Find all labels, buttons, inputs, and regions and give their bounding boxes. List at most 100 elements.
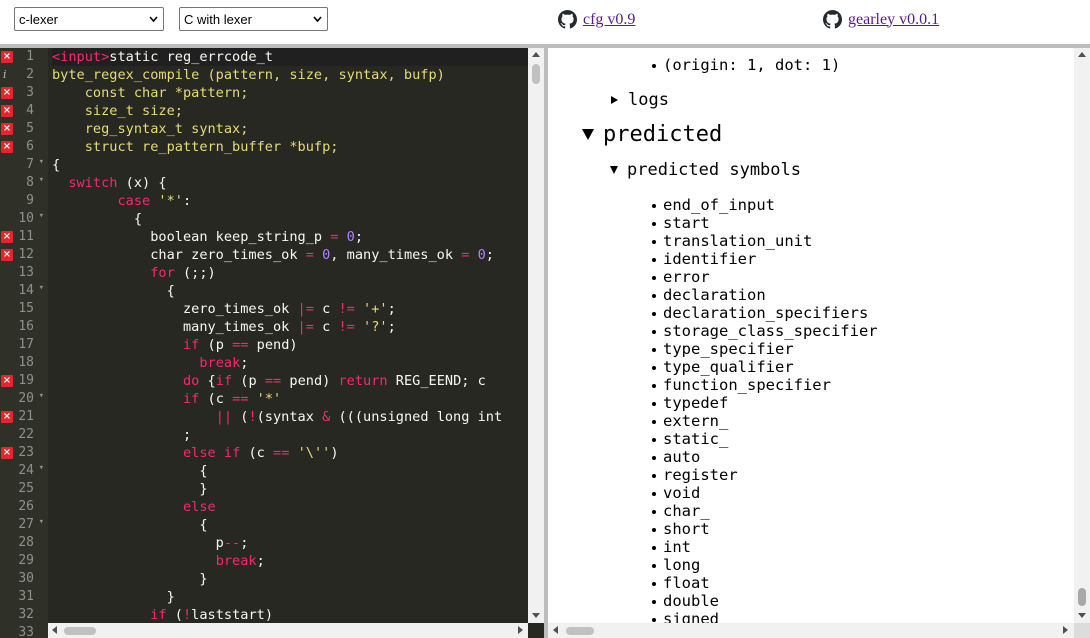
scroll-right-icon[interactable] <box>1063 626 1068 634</box>
fold-toggle-icon[interactable]: ▾ <box>39 211 44 221</box>
code-editor[interactable]: × 1 i 2 × 3 × 4 × 5 × 6 7 ▾ 8 ▾ 9 10 ▾ × 11 × 12 13 14 ▾ 15 16 17 18 ×… <box>0 48 544 638</box>
gutter-line[interactable]: × 5 <box>0 120 48 138</box>
code-line[interactable]: p--; <box>52 534 249 552</box>
editor-content[interactable]: <input>static reg_errcode_t byte_regex_co… <box>52 48 528 623</box>
editor-hscroll-thumb[interactable] <box>64 627 96 635</box>
error-marker-icon[interactable]: × <box>1 249 13 261</box>
code-line[interactable]: break; <box>52 552 265 570</box>
gutter-line[interactable]: × 21 <box>0 408 48 426</box>
lexer-select[interactable]: c-lexer <box>14 7 164 31</box>
gearley-repo-link[interactable]: gearley v0.0.1 <box>848 11 939 29</box>
language-select[interactable]: C with lexer <box>179 7 328 31</box>
gutter-line[interactable]: 30 <box>0 570 48 588</box>
code-line[interactable]: else <box>52 498 216 516</box>
code-line[interactable]: zero_times_ok |= c != '+'; <box>52 300 396 318</box>
code-line[interactable]: many_times_ok |= c != '?'; <box>52 318 396 336</box>
gutter-line[interactable]: 13 <box>0 264 48 282</box>
gutter-line[interactable]: 25 <box>0 480 48 498</box>
gutter-line[interactable]: × 19 <box>0 372 48 390</box>
scroll-right-icon[interactable] <box>518 626 523 634</box>
editor-vscroll-thumb[interactable] <box>532 64 540 84</box>
info-marker-icon[interactable]: i <box>3 68 7 81</box>
gutter-line[interactable]: 22 <box>0 426 48 444</box>
predicted-heading[interactable]: predicted <box>603 122 722 148</box>
error-marker-icon[interactable]: × <box>1 231 13 243</box>
gutter-line[interactable]: 10 ▾ <box>0 210 48 228</box>
fold-toggle-icon[interactable]: ▾ <box>39 175 44 185</box>
gutter-line[interactable]: × 6 <box>0 138 48 156</box>
code-line[interactable]: boolean keep_string_p = 0; <box>52 228 363 246</box>
gutter-line[interactable]: 7 ▾ <box>0 156 48 174</box>
code-line[interactable]: for (;;) <box>52 264 215 282</box>
fold-toggle-icon[interactable]: ▾ <box>39 517 44 527</box>
scroll-left-icon[interactable] <box>553 626 558 634</box>
code-line[interactable]: if (c == '*' <box>52 390 281 408</box>
code-line[interactable]: reg_syntax_t syntax; <box>52 120 249 138</box>
gutter-line[interactable]: 26 <box>0 498 48 516</box>
error-marker-icon[interactable]: × <box>1 105 13 117</box>
logs-toggle[interactable]: logs <box>628 91 669 109</box>
code-line[interactable]: { <box>52 210 142 228</box>
gutter-line[interactable]: 16 <box>0 318 48 336</box>
code-line[interactable]: } <box>52 570 207 588</box>
code-line[interactable]: char zero_times_ok = 0, many_times_ok = … <box>52 246 494 264</box>
gutter-line[interactable]: 17 <box>0 336 48 354</box>
code-line[interactable]: { <box>52 156 60 174</box>
fold-toggle-icon[interactable]: ▾ <box>39 463 44 473</box>
scroll-down-icon[interactable] <box>1078 613 1086 618</box>
code-line[interactable]: if (p == pend) <box>52 336 298 354</box>
gutter-line[interactable]: × 12 <box>0 246 48 264</box>
error-marker-icon[interactable]: × <box>1 447 13 459</box>
code-line[interactable]: case '*': <box>52 192 191 210</box>
gutter-line[interactable]: 24 ▾ <box>0 462 48 480</box>
gutter-line[interactable]: i2 <box>0 66 48 84</box>
gutter-line[interactable]: 20 ▾ <box>0 390 48 408</box>
error-marker-icon[interactable]: × <box>1 141 13 153</box>
caret-down-icon[interactable] <box>582 129 594 140</box>
caret-right-icon[interactable] <box>611 96 618 104</box>
panel-vertical-scrollbar[interactable] <box>1074 48 1090 623</box>
panel-hscroll-thumb[interactable] <box>566 627 594 635</box>
code-line[interactable]: break; <box>52 354 248 372</box>
code-line[interactable]: } <box>52 588 175 606</box>
fold-toggle-icon[interactable]: ▾ <box>39 391 44 401</box>
editor-vertical-scrollbar[interactable] <box>528 48 544 623</box>
code-line[interactable]: } <box>52 480 207 498</box>
gutter-line[interactable]: × 1 <box>0 48 48 66</box>
error-marker-icon[interactable]: × <box>1 123 13 135</box>
gutter-line[interactable]: 31 <box>0 588 48 606</box>
gutter-line[interactable]: × 3 <box>0 84 48 102</box>
gutter-line[interactable]: × 4 <box>0 102 48 120</box>
gutter-line[interactable]: × 11 <box>0 228 48 246</box>
gutter-line[interactable]: 29 <box>0 552 48 570</box>
gutter-line[interactable]: 33 <box>0 624 48 638</box>
cfg-repo-link[interactable]: cfg v0.9 <box>583 11 635 29</box>
gutter-line[interactable]: 32 <box>0 606 48 624</box>
predicted-symbols-toggle[interactable]: predicted symbols <box>627 161 801 179</box>
gutter-line[interactable]: 28 <box>0 534 48 552</box>
code-line[interactable]: || (!(syntax & (((unsigned long int <box>52 408 502 426</box>
scroll-up-icon[interactable] <box>1078 52 1086 57</box>
error-marker-icon[interactable]: × <box>1 411 13 423</box>
gutter-line[interactable]: 14 ▾ <box>0 282 48 300</box>
code-line[interactable]: struct re_pattern_buffer *bufp; <box>52 138 339 156</box>
gutter-line[interactable]: 9 <box>0 192 48 210</box>
error-marker-icon[interactable]: × <box>1 51 13 63</box>
panel-horizontal-scrollbar[interactable] <box>548 623 1074 638</box>
code-line[interactable]: { <box>52 462 207 480</box>
gutter-line[interactable]: × 23 <box>0 444 48 462</box>
code-line[interactable]: switch (x) { <box>52 174 166 192</box>
error-marker-icon[interactable]: × <box>1 87 13 99</box>
code-line[interactable]: { <box>52 282 175 300</box>
code-line[interactable]: byte_regex_compile (pattern, size, synta… <box>52 66 445 84</box>
code-line[interactable]: else if (c == '\'') <box>52 444 339 462</box>
gutter-line[interactable]: 15 <box>0 300 48 318</box>
code-line[interactable]: { <box>52 516 207 534</box>
code-line[interactable]: ; <box>52 426 191 444</box>
scroll-up-icon[interactable] <box>532 52 540 57</box>
scroll-left-icon[interactable] <box>52 626 57 634</box>
gutter-line[interactable]: 27 ▾ <box>0 516 48 534</box>
error-marker-icon[interactable]: × <box>1 375 13 387</box>
panel-vscroll-thumb[interactable] <box>1078 588 1086 606</box>
code-line[interactable]: do {if (p == pend) return REG_EEND; c <box>52 372 494 390</box>
